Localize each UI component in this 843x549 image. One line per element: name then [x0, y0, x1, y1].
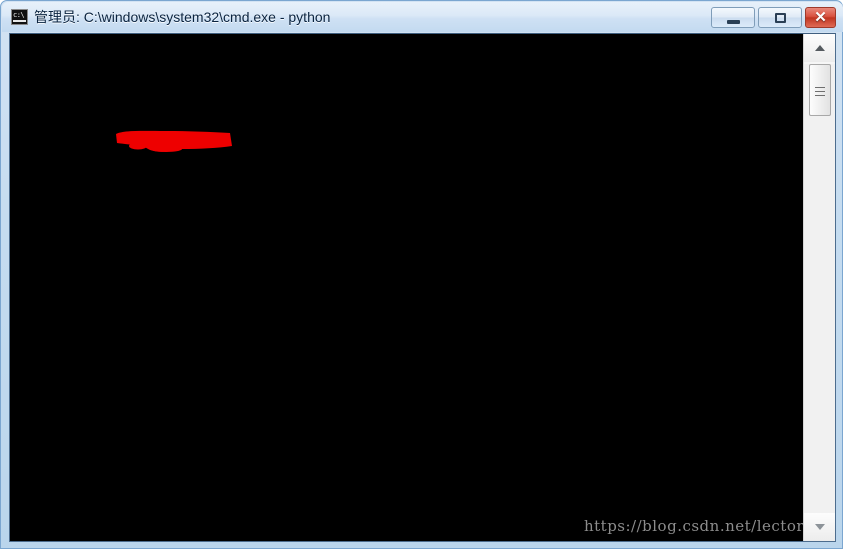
thumb-grip-line	[815, 95, 825, 96]
cmd-window: c:\ 管理员: C:\windows\system32\cmd.exe - p…	[0, 0, 843, 549]
thumb-grip-line	[815, 91, 825, 92]
cmd-icon: c:\	[11, 9, 28, 25]
console-output	[10, 34, 803, 541]
scroll-up-button[interactable]	[804, 34, 835, 62]
vertical-scrollbar[interactable]	[803, 34, 835, 541]
close-button[interactable]: ✕	[805, 7, 836, 28]
scrollbar-thumb[interactable]	[809, 64, 831, 116]
chevron-down-icon	[815, 524, 825, 530]
watermark-url: https://blog.csdn.net/lectory	[583, 517, 813, 535]
chevron-up-icon	[815, 45, 825, 51]
maximize-icon	[775, 13, 786, 23]
cmd-icon-bar	[13, 20, 26, 22]
console-client-area[interactable]: 半: https://blog.csdn.net/lectory	[9, 33, 836, 542]
minimize-button[interactable]	[711, 7, 755, 28]
thumb-grip-line	[815, 87, 825, 88]
window-title: 管理员: C:\windows\system32\cmd.exe - pytho…	[34, 9, 331, 25]
close-icon: ✕	[814, 9, 827, 26]
minimize-icon	[727, 20, 740, 24]
maximize-button[interactable]	[758, 7, 802, 28]
scroll-down-button[interactable]	[804, 513, 835, 541]
title-bar[interactable]: c:\ 管理员: C:\windows\system32\cmd.exe - p…	[1, 1, 843, 33]
cmd-icon-glyph: c:\	[13, 11, 25, 19]
